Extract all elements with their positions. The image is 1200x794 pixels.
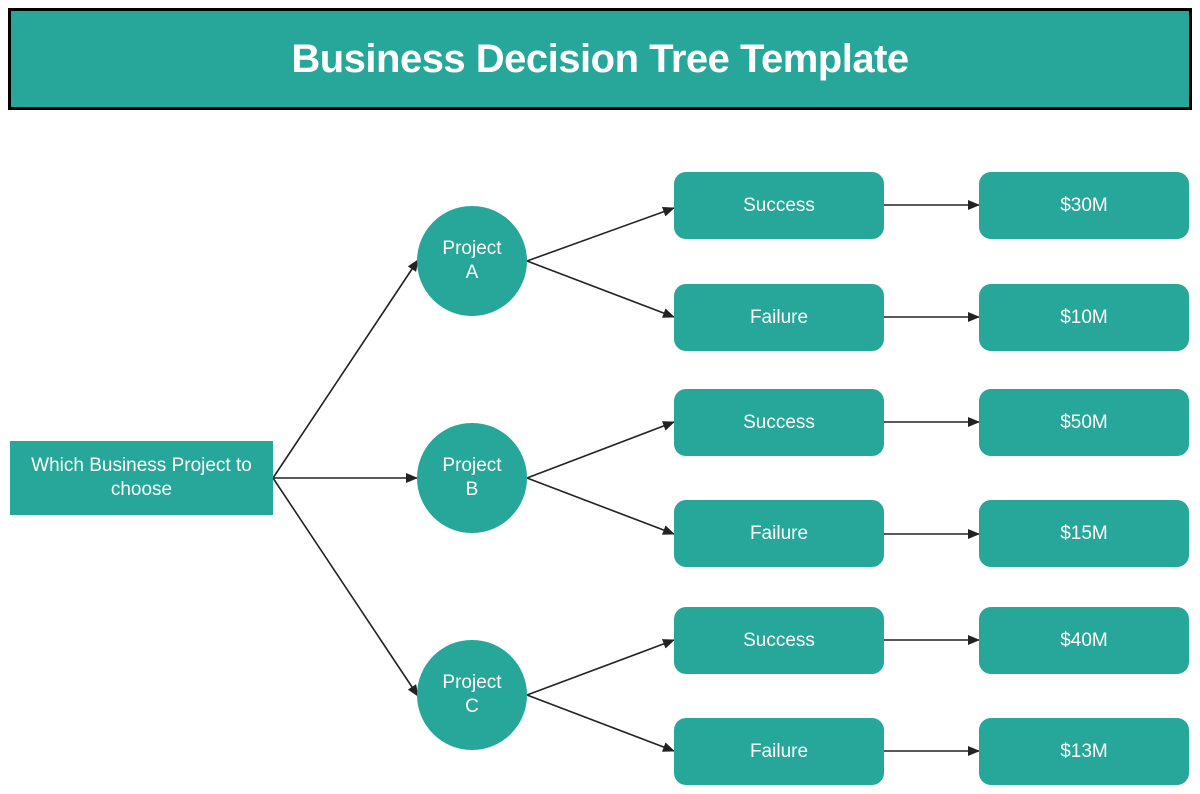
project-b-success-node[interactable]: Success: [674, 389, 884, 456]
project-c-node[interactable]: Project C: [417, 640, 527, 750]
outcome-value: $13M: [1060, 740, 1108, 762]
b-to-failure-arrow: [526, 477, 675, 535]
root-decision-node[interactable]: Which Business Project to choose: [10, 441, 273, 515]
project-a-failure-value[interactable]: $10M: [979, 284, 1189, 351]
project-c-success-value[interactable]: $40M: [979, 607, 1189, 674]
project-b-line2: B: [465, 479, 479, 500]
project-a-success-node[interactable]: Success: [674, 172, 884, 239]
outcome-value: $15M: [1060, 522, 1108, 544]
project-a-success-value[interactable]: $30M: [979, 172, 1189, 239]
a-to-failure-arrow: [526, 260, 675, 318]
project-a-node[interactable]: Project A: [417, 206, 527, 316]
project-c-success-node[interactable]: Success: [674, 607, 884, 674]
outcome-value: $50M: [1060, 411, 1108, 433]
c-to-success-arrow: [526, 639, 675, 696]
outcome-label: Success: [743, 194, 815, 216]
root-label-line2: choose: [110, 479, 173, 500]
project-a-failure-node[interactable]: Failure: [674, 284, 884, 351]
outcome-value: $10M: [1060, 306, 1108, 328]
project-b-success-value[interactable]: $50M: [979, 389, 1189, 456]
project-a-line1: Project: [442, 238, 502, 259]
project-a-line2: A: [465, 262, 479, 283]
outcome-label: Failure: [749, 306, 809, 328]
project-b-failure-node[interactable]: Failure: [674, 500, 884, 567]
outcome-value: $30M: [1060, 194, 1108, 216]
a-to-success-arrow: [526, 207, 675, 262]
c-to-failure-arrow: [526, 694, 675, 752]
root-label-line1: Which Business Project to: [31, 455, 252, 476]
outcome-label: Success: [743, 629, 815, 651]
project-c-line2: C: [465, 696, 479, 717]
project-b-failure-value[interactable]: $15M: [979, 500, 1189, 567]
outcome-label: Success: [743, 411, 815, 433]
root-to-project-c-arrow: [272, 477, 419, 697]
outcome-label: Failure: [749, 740, 809, 762]
project-b-line1: Project: [442, 455, 502, 476]
project-b-node[interactable]: Project B: [417, 423, 527, 533]
outcome-value: $40M: [1060, 629, 1108, 651]
project-c-line1: Project: [442, 672, 502, 693]
b-to-success-arrow: [526, 421, 675, 479]
project-c-failure-value[interactable]: $13M: [979, 718, 1189, 785]
root-to-project-a-arrow: [272, 259, 419, 479]
outcome-label: Failure: [749, 522, 809, 544]
project-c-failure-node[interactable]: Failure: [674, 718, 884, 785]
